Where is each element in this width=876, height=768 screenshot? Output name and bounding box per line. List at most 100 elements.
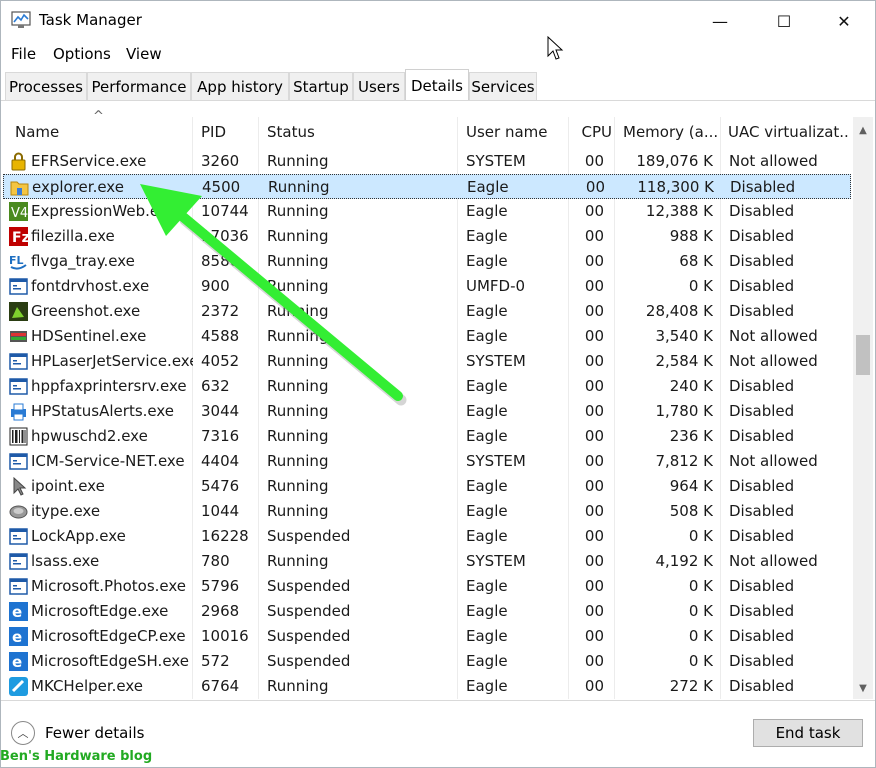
process-user: Eagle bbox=[466, 302, 508, 320]
tab-services[interactable]: Services bbox=[469, 72, 537, 100]
tab-users[interactable]: Users bbox=[353, 72, 405, 100]
process-uac: Disabled bbox=[729, 527, 795, 545]
process-row[interactable]: EFRService.exe 3260 Running SYSTEM 00 189,076… bbox=[3, 149, 851, 174]
tab-processes[interactable]: Processes bbox=[5, 72, 87, 100]
process-row[interactable]: e MicrosoftEdgeSH.exe 572 Suspended Eagle 00 0… bbox=[3, 649, 851, 674]
process-row[interactable]: fontdrvhost.exe 900 Running UMFD-0 00 0 K Disa… bbox=[3, 274, 851, 299]
scroll-up-arrow-icon[interactable]: ▲ bbox=[853, 121, 873, 139]
window-title: Task Manager bbox=[39, 11, 142, 29]
process-uac: Disabled bbox=[729, 252, 795, 270]
minimize-button[interactable]: — bbox=[691, 1, 749, 41]
menu-file[interactable]: File bbox=[11, 45, 36, 63]
process-name: ICM-Service-NET.exe bbox=[31, 452, 185, 470]
process-row[interactable]: FL flvga_tray.exe 8580 Running Eagle 00 68 K Di… bbox=[3, 249, 851, 274]
process-name: ipoint.exe bbox=[31, 477, 105, 495]
process-pid: 632 bbox=[201, 377, 230, 395]
process-memory: 0 K bbox=[688, 527, 713, 545]
process-user: Eagle bbox=[466, 527, 508, 545]
process-user: Eagle bbox=[466, 252, 508, 270]
process-row[interactable]: Fz filezilla.exe 17036 Running Eagle 00 988 K D… bbox=[3, 224, 851, 249]
process-memory: 964 K bbox=[669, 477, 713, 495]
tab-startup[interactable]: Startup bbox=[289, 72, 353, 100]
tab-strip: Processes Performance App history Startu… bbox=[1, 69, 875, 101]
process-row[interactable]: MKCHelper.exe 6764 Running Eagle 00 272 K Disa… bbox=[3, 674, 851, 699]
process-pid: 2372 bbox=[201, 302, 240, 320]
process-memory: 236 K bbox=[669, 427, 713, 445]
process-row[interactable]: HPStatusAlerts.exe 3044 Running Eagle 00 1,78… bbox=[3, 399, 851, 424]
maximize-button[interactable]: ☐ bbox=[755, 1, 813, 41]
column-header-cpu[interactable]: CPU bbox=[576, 117, 613, 147]
process-uac: Disabled bbox=[729, 202, 795, 220]
process-row[interactable]: explorer.exe 4500 Running Eagle 00 118,300 K D… bbox=[3, 174, 851, 199]
column-header-pid[interactable]: PID bbox=[201, 117, 251, 147]
process-memory: 0 K bbox=[688, 602, 713, 620]
scrollbar-thumb[interactable] bbox=[856, 335, 870, 375]
scroll-down-arrow-icon[interactable]: ▼ bbox=[853, 679, 873, 697]
tab-performance[interactable]: Performance bbox=[87, 72, 191, 100]
process-row[interactable]: HDSentinel.exe 4588 Running Eagle 00 3,540 K N… bbox=[3, 324, 851, 349]
column-header-status[interactable]: Status bbox=[267, 117, 447, 147]
process-row[interactable]: hpwuschd2.exe 7316 Running Eagle 00 236 K Disa… bbox=[3, 424, 851, 449]
process-row[interactable]: e MicrosoftEdgeCP.exe 10016 Suspended Eagle 0… bbox=[3, 624, 851, 649]
process-uac: Disabled bbox=[729, 377, 795, 395]
menu-view[interactable]: View bbox=[126, 45, 162, 63]
process-row[interactable]: HPLaserJetService.exe 4052 Running SYSTEM 00… bbox=[3, 349, 851, 374]
process-memory: 189,076 K bbox=[636, 152, 713, 170]
process-cpu: 00 bbox=[584, 227, 604, 245]
process-status: Running bbox=[267, 477, 329, 495]
process-name: flvga_tray.exe bbox=[31, 252, 135, 270]
process-name: HDSentinel.exe bbox=[31, 327, 147, 345]
process-row[interactable]: e MicrosoftEdge.exe 2968 Suspended Eagle 00 0 … bbox=[3, 599, 851, 624]
process-cpu: 00 bbox=[584, 477, 604, 495]
process-status: Running bbox=[267, 552, 329, 570]
process-pid: 2968 bbox=[201, 602, 240, 620]
tab-app-history[interactable]: App history bbox=[191, 72, 289, 100]
process-row[interactable]: itype.exe 1044 Running Eagle 00 508 K Disabled bbox=[3, 499, 851, 524]
process-status: Running bbox=[267, 202, 329, 220]
column-header-uac[interactable]: UAC virtualizat... bbox=[728, 117, 850, 147]
tab-details[interactable]: Details bbox=[405, 69, 469, 101]
process-name: ExpressionWeb.exe bbox=[31, 202, 177, 220]
process-pid: 780 bbox=[201, 552, 230, 570]
process-row[interactable]: ICM-Service-NET.exe 4404 Running SYSTEM 00 7,… bbox=[3, 449, 851, 474]
process-user: Eagle bbox=[466, 427, 508, 445]
process-memory: 240 K bbox=[669, 377, 713, 395]
process-cpu: 00 bbox=[584, 327, 604, 345]
process-uac: Disabled bbox=[729, 627, 795, 645]
process-cpu: 00 bbox=[584, 277, 604, 295]
end-task-button[interactable]: End task bbox=[753, 719, 863, 747]
fewer-details-button[interactable]: ︿ Fewer details bbox=[11, 721, 144, 745]
process-memory: 28,408 K bbox=[645, 302, 713, 320]
process-status: Suspended bbox=[267, 652, 351, 670]
task-manager-window: Task Manager — ☐ ✕ File Options View Pro… bbox=[0, 0, 876, 768]
process-memory: 988 K bbox=[669, 227, 713, 245]
process-pid: 900 bbox=[201, 277, 230, 295]
process-row[interactable]: hppfaxprintersrv.exe 632 Running Eagle 00 240… bbox=[3, 374, 851, 399]
process-uac: Disabled bbox=[729, 602, 795, 620]
process-row[interactable]: Greenshot.exe 2372 Running Eagle 00 28,408 K D… bbox=[3, 299, 851, 324]
process-row[interactable]: ipoint.exe 5476 Running Eagle 00 964 K Disable… bbox=[3, 474, 851, 499]
menu-options[interactable]: Options bbox=[53, 45, 111, 63]
process-row[interactable]: V4 ExpressionWeb.exe 10744 Running Eagle 00 12… bbox=[3, 199, 851, 224]
vertical-scrollbar[interactable]: ▲ ▼ bbox=[853, 117, 873, 699]
process-cpu: 00 bbox=[584, 627, 604, 645]
column-header-memory[interactable]: Memory (a... bbox=[623, 117, 718, 147]
process-status: Running bbox=[267, 502, 329, 520]
process-row[interactable]: Microsoft.Photos.exe 5796 Suspended Eagle 00… bbox=[3, 574, 851, 599]
process-status: Running bbox=[267, 377, 329, 395]
process-cpu: 00 bbox=[584, 302, 604, 320]
process-row[interactable]: LockApp.exe 16228 Suspended Eagle 00 0 K Disab… bbox=[3, 524, 851, 549]
window-app-icon bbox=[9, 377, 28, 396]
column-header-user-name[interactable]: User name bbox=[466, 117, 561, 147]
close-button[interactable]: ✕ bbox=[815, 1, 873, 41]
table-header: Name PID Status User name CPU Memory (a.… bbox=[1, 117, 853, 147]
process-pid: 5476 bbox=[201, 477, 240, 495]
process-memory: 2,584 K bbox=[655, 352, 713, 370]
process-memory: 7,812 K bbox=[655, 452, 713, 470]
window-app-icon bbox=[9, 577, 28, 596]
process-user: Eagle bbox=[466, 602, 508, 620]
column-header-name[interactable]: Name bbox=[15, 117, 185, 147]
process-name: HPStatusAlerts.exe bbox=[31, 402, 175, 420]
process-row[interactable]: lsass.exe 780 Running SYSTEM 00 4,192 K Not al… bbox=[3, 549, 851, 574]
process-uac: Not allowed bbox=[729, 152, 818, 170]
